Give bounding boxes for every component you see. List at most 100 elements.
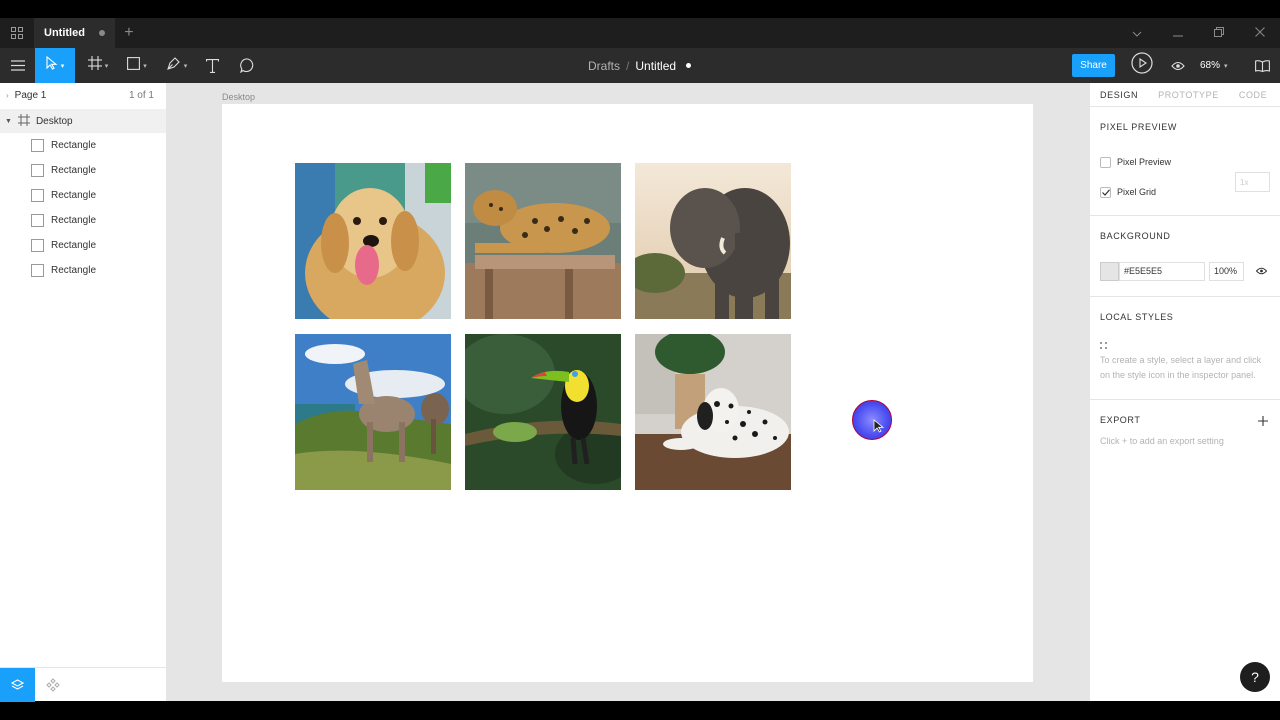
pixel-preview-section: PIXEL PREVIEW Pixel Preview 1x Pixel Gri…: [1090, 107, 1280, 216]
layer-item-label: Rectangle: [51, 190, 97, 201]
local-styles-hint: To create a style, select a layer and cl…: [1100, 355, 1262, 380]
chevron-down-icon: ▾: [104, 62, 109, 70]
cursor-highlight: [852, 400, 892, 440]
menu-icon[interactable]: [0, 48, 35, 83]
inspector-panel: DESIGN PROTOTYPE CODE PIXEL PREVIEW Pixe…: [1089, 83, 1280, 701]
layer-item-label: Rectangle: [51, 240, 97, 251]
rectangle-layer-icon: [31, 139, 44, 152]
background-color-swatch[interactable]: [1100, 261, 1119, 281]
pixel-grid-checkbox[interactable]: [1100, 186, 1111, 198]
photo-toucan[interactable]: [465, 334, 621, 490]
background-fill-row: #E5E5E5 100%: [1100, 256, 1270, 286]
layers-panel: › Page 1 1 of 1 ▼ Desktop Rectangle Rect…: [0, 83, 167, 702]
page-selector[interactable]: › Page 1 1 of 1: [0, 83, 166, 107]
layer-frame-desktop[interactable]: ▼ Desktop: [0, 109, 166, 133]
page-label: Page 1: [14, 89, 47, 101]
layer-item-label: Rectangle: [51, 165, 97, 176]
present-button[interactable]: [1130, 48, 1154, 83]
move-tool-button[interactable]: ▾: [35, 48, 75, 83]
tab-untitled[interactable]: Untitled: [34, 18, 115, 48]
layer-item[interactable]: Rectangle: [0, 183, 166, 208]
cursor-arrow-icon: [873, 419, 885, 438]
canvas[interactable]: Desktop: [167, 83, 1089, 701]
eye-icon[interactable]: [1255, 262, 1268, 280]
chevron-down-icon[interactable]: [1116, 26, 1157, 40]
rectangle-layer-icon: [31, 214, 44, 227]
breadcrumb-separator: /: [626, 58, 630, 73]
rectangle-tool-icon: [127, 56, 141, 75]
pixel-scale-value: 1x: [1240, 177, 1249, 187]
left-panel-tabs: [0, 667, 167, 702]
photo-horses[interactable]: [295, 334, 451, 490]
tab-code[interactable]: CODE: [1229, 90, 1277, 100]
desktop-frame[interactable]: [222, 104, 1033, 682]
grid-menu-icon[interactable]: [0, 18, 34, 48]
layer-item[interactable]: Rectangle: [0, 258, 166, 283]
pixel-preview-checkbox[interactable]: [1100, 156, 1111, 168]
photo-leopard[interactable]: [465, 163, 621, 319]
layer-item-label: Rectangle: [51, 265, 97, 276]
chevron-right-icon: ›: [6, 90, 9, 100]
pixel-scale-select[interactable]: 1x: [1235, 172, 1270, 192]
layer-item-label: Rectangle: [51, 140, 97, 151]
text-tool-icon[interactable]: [200, 48, 224, 83]
photo-elephant[interactable]: [635, 163, 791, 319]
unsaved-dot-icon: [98, 30, 105, 36]
breadcrumb: Drafts / Untitled: [588, 48, 692, 83]
inspector-tabs: DESIGN PROTOTYPE CODE: [1090, 83, 1280, 107]
file-title[interactable]: Untitled: [635, 59, 676, 73]
layer-item[interactable]: Rectangle: [0, 233, 166, 258]
page-count: 1 of 1: [128, 89, 154, 101]
background-opacity-input[interactable]: 100%: [1209, 261, 1244, 281]
tab-title: Untitled: [44, 27, 85, 39]
section-heading: PIXEL PREVIEW: [1100, 122, 1177, 132]
tab-prototype[interactable]: PROTOTYPE: [1148, 90, 1229, 100]
comment-tool-icon[interactable]: [235, 48, 259, 83]
restore-icon[interactable]: [1198, 26, 1239, 40]
library-book-icon[interactable]: [1252, 48, 1272, 83]
window-controls: [1116, 18, 1280, 48]
style-grid-icon: [1100, 337, 1270, 353]
minimize-icon[interactable]: [1157, 26, 1198, 40]
background-section: BACKGROUND #E5E5E5 100%: [1090, 216, 1280, 297]
chevron-down-icon: ▾: [183, 62, 188, 70]
layers-tab-icon[interactable]: [0, 668, 35, 702]
caret-down-icon: ▼: [5, 117, 12, 125]
local-styles-section: LOCAL STYLES To create a style, select a…: [1090, 297, 1280, 400]
layer-item-label: Rectangle: [51, 215, 97, 226]
close-icon[interactable]: [1239, 26, 1280, 40]
chevron-down-icon: ▾: [143, 62, 147, 70]
section-heading: BACKGROUND: [1100, 231, 1171, 241]
chevron-down-icon: ▾: [60, 62, 65, 70]
photo-golden-retriever[interactable]: [295, 163, 451, 319]
add-export-plus-icon[interactable]: [1258, 413, 1268, 431]
app-window: Untitled + ▾ ▾ ▾ ▾ Drafts / Untitled Sha…: [0, 0, 1280, 720]
eye-icon[interactable]: [1167, 48, 1189, 83]
layer-item[interactable]: Rectangle: [0, 208, 166, 233]
rectangle-layer-icon: [31, 164, 44, 177]
pen-tool-icon: [166, 56, 181, 75]
zoom-dropdown[interactable]: 68% ▾: [1200, 48, 1228, 83]
share-button[interactable]: Share: [1072, 54, 1115, 77]
frame-tool-button[interactable]: ▾: [82, 48, 114, 83]
tab-design[interactable]: DESIGN: [1090, 90, 1148, 100]
components-tab-icon[interactable]: [35, 668, 70, 702]
shape-tool-button[interactable]: ▾: [121, 48, 153, 83]
frame-label[interactable]: Desktop: [222, 92, 255, 102]
pixel-preview-label: Pixel Preview: [1117, 157, 1172, 167]
rectangle-layer-icon: [31, 189, 44, 202]
move-tool-icon: [46, 55, 58, 75]
new-tab-button[interactable]: +: [115, 24, 143, 42]
pen-tool-button[interactable]: ▾: [161, 48, 193, 83]
layer-item[interactable]: Rectangle: [0, 158, 166, 183]
rectangle-layer-icon: [31, 264, 44, 277]
photo-dalmatian[interactable]: [635, 334, 791, 490]
layer-item[interactable]: Rectangle: [0, 133, 166, 158]
frame-tool-icon: [87, 56, 102, 75]
play-icon: [1131, 52, 1153, 79]
chevron-down-icon: ▾: [1224, 62, 1228, 70]
breadcrumb-drafts[interactable]: Drafts: [588, 59, 620, 73]
zoom-label: 68%: [1200, 60, 1221, 71]
background-hex-input[interactable]: #E5E5E5: [1119, 261, 1205, 281]
help-button[interactable]: ?: [1240, 662, 1270, 692]
